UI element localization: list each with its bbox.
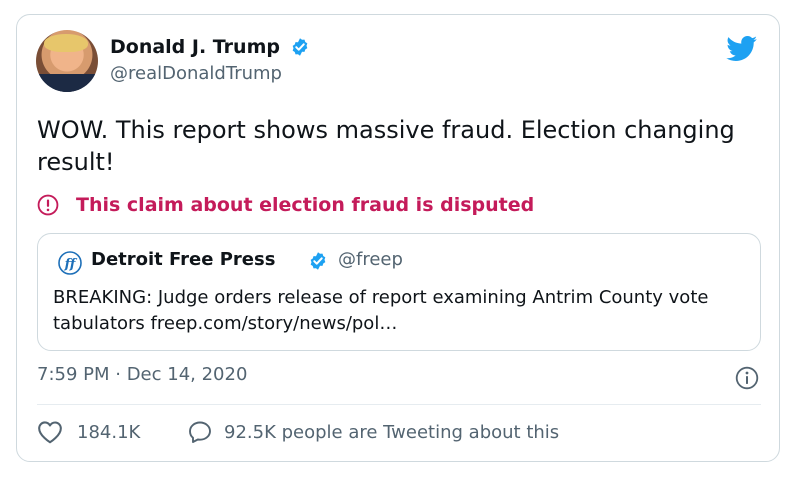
author-name[interactable]: Donald J. Trump	[110, 36, 280, 58]
quoted-tweet[interactable]: ff Detroit Free Press @freep BREAKING: J…	[37, 233, 761, 351]
dispute-label[interactable]: This claim about election fraud is dispu…	[76, 194, 534, 216]
info-icon[interactable]	[735, 366, 759, 390]
author-handle[interactable]: @realDonaldTrump	[110, 63, 282, 84]
twitter-bird-icon[interactable]	[726, 36, 758, 62]
exclamation-circle-icon	[37, 194, 59, 216]
verified-icon	[310, 252, 326, 270]
tweet-text: WOW. This report shows massive fraud. El…	[37, 116, 735, 176]
reply-button[interactable]: 92.5K people are Tweeting about this	[188, 420, 559, 444]
verified-icon	[292, 38, 308, 56]
reply-label: 92.5K people are Tweeting about this	[224, 421, 560, 443]
like-count: 184.1K	[77, 421, 141, 443]
like-button[interactable]: 184.1K	[37, 420, 140, 444]
comment-icon	[189, 421, 211, 443]
quoted-tweet-text: BREAKING: Judge orders release of report…	[53, 287, 709, 334]
divider	[37, 404, 761, 405]
tweet-timestamp[interactable]: 7:59 PM · Dec 14, 2020	[37, 364, 247, 385]
freep-logo-icon: ff	[58, 251, 82, 275]
quoted-author-name[interactable]: Detroit Free Press	[91, 249, 275, 270]
heart-icon	[38, 421, 62, 444]
avatar[interactable]	[36, 30, 98, 92]
quoted-author-handle[interactable]: @freep	[338, 249, 403, 270]
dispute-notice[interactable]: This claim about election fraud is dispu…	[37, 192, 534, 218]
